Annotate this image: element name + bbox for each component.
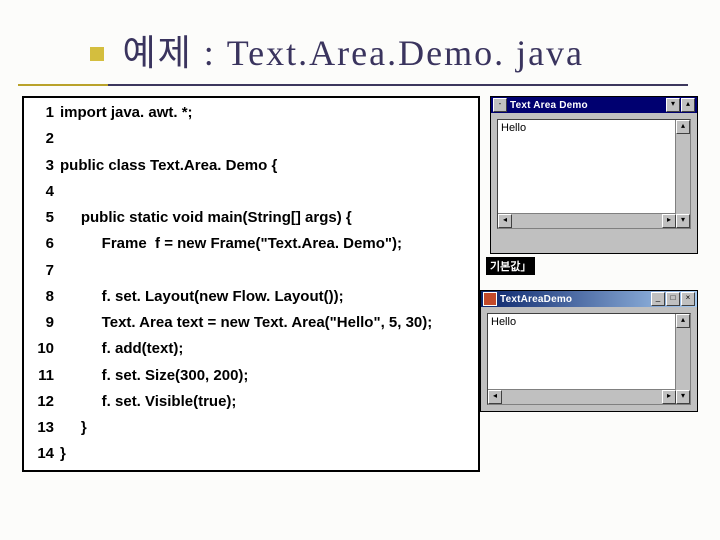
title-rule xyxy=(18,84,688,86)
line-number: 8 xyxy=(26,284,60,310)
code-text: import java. awt. *; xyxy=(60,100,193,126)
scrollbar-h-icon[interactable]: ◂ ▸ xyxy=(498,213,676,228)
code-line: 12 f. set. Visible(true); xyxy=(26,389,476,415)
code-line: 8 f. set. Layout(new Flow. Layout()); xyxy=(26,284,476,310)
line-number: 11 xyxy=(26,363,60,389)
scrollbar-v-icon[interactable]: ▴ ▾ xyxy=(675,314,690,404)
code-line: 11 f. set. Size(300, 200); xyxy=(26,363,476,389)
code-text: f. set. Size(300, 200); xyxy=(60,363,248,389)
line-number: 13 xyxy=(26,415,60,441)
slide-title-row: 예제 : Text.Area.Demo. java xyxy=(0,0,720,76)
code-line: 5 public static void main(String[] args)… xyxy=(26,205,476,231)
demo-window-top: - Text Area Demo ▾ ▴ Hello ▴ ▾ ◂ ▸ xyxy=(490,96,698,254)
line-number: 10 xyxy=(26,336,60,362)
code-text: Frame f = new Frame("Text.Area. Demo"); xyxy=(60,231,402,257)
line-number: 2 xyxy=(26,126,60,152)
code-line: 2 xyxy=(26,126,476,152)
label-tag: 기본값」 xyxy=(486,257,535,275)
code-line: 7 xyxy=(26,258,476,284)
java-icon xyxy=(483,292,497,306)
titlebar-top: - Text Area Demo ▾ ▴ xyxy=(491,97,697,113)
line-number: 4 xyxy=(26,179,60,205)
line-number: 1 xyxy=(26,100,60,126)
scroll-up-icon[interactable]: ▴ xyxy=(676,120,690,134)
code-text: public class Text.Area. Demo { xyxy=(60,153,277,179)
slide-title: 예제 : Text.Area.Demo. java xyxy=(122,24,584,76)
scroll-right-icon[interactable]: ▸ xyxy=(662,390,676,404)
scroll-left-icon[interactable]: ◂ xyxy=(498,214,512,228)
line-number: 6 xyxy=(26,231,60,257)
code-line: 10 f. add(text); xyxy=(26,336,476,362)
scrollbar-v-icon[interactable]: ▴ ▾ xyxy=(675,120,690,228)
code-text: } xyxy=(60,441,66,467)
code-line: 13 } xyxy=(26,415,476,441)
scroll-down-icon[interactable]: ▾ xyxy=(676,214,690,228)
line-number: 5 xyxy=(26,205,60,231)
code-text: f. set. Layout(new Flow. Layout()); xyxy=(60,284,344,310)
scrollbar-h-icon[interactable]: ◂ ▸ xyxy=(488,389,676,404)
close-icon[interactable]: × xyxy=(681,292,695,306)
textarea-top[interactable]: Hello ▴ ▾ ◂ ▸ xyxy=(497,119,691,229)
demo-window-bottom: TextAreaDemo _ □ × Hello ▴ ▾ ◂ ▸ xyxy=(480,290,698,412)
textarea-top-content: Hello xyxy=(501,122,526,134)
code-line: 9 Text. Area text = new Text. Area("Hell… xyxy=(26,310,476,336)
scroll-left-icon[interactable]: ◂ xyxy=(488,390,502,404)
titlebar-bottom: TextAreaDemo _ □ × xyxy=(481,291,697,307)
scroll-right-icon[interactable]: ▸ xyxy=(662,214,676,228)
code-text: public static void main(String[] args) { xyxy=(60,205,352,231)
window-title-top: Text Area Demo xyxy=(510,100,588,111)
code-line: 4 xyxy=(26,179,476,205)
line-number: 9 xyxy=(26,310,60,336)
line-number: 7 xyxy=(26,258,60,284)
line-number: 14 xyxy=(26,441,60,467)
code-line: 3public class Text.Area. Demo { xyxy=(26,153,476,179)
title-bullet xyxy=(90,47,104,61)
textarea-bottom[interactable]: Hello ▴ ▾ ◂ ▸ xyxy=(487,313,691,405)
textarea-bottom-content: Hello xyxy=(491,316,516,328)
code-text: f. add(text); xyxy=(60,336,183,362)
code-box: 1import java. awt. *;23public class Text… xyxy=(22,96,480,472)
window-title-bottom: TextAreaDemo xyxy=(500,294,572,305)
code-line: 6 Frame f = new Frame("Text.Area. Demo")… xyxy=(26,231,476,257)
sysmenu-icon[interactable]: - xyxy=(493,98,507,112)
code-text: f. set. Visible(true); xyxy=(60,389,236,415)
code-line: 14} xyxy=(26,441,476,467)
code-text: Text. Area text = new Text. Area("Hello"… xyxy=(60,310,432,336)
max-icon[interactable]: □ xyxy=(666,292,680,306)
code-line: 1import java. awt. *; xyxy=(26,100,476,126)
scroll-down-icon[interactable]: ▾ xyxy=(676,390,690,404)
scroll-up-icon[interactable]: ▴ xyxy=(676,314,690,328)
min-icon[interactable]: ▾ xyxy=(666,98,680,112)
code-text: } xyxy=(60,415,87,441)
max-icon[interactable]: ▴ xyxy=(681,98,695,112)
min-icon[interactable]: _ xyxy=(651,292,665,306)
line-number: 12 xyxy=(26,389,60,415)
line-number: 3 xyxy=(26,153,60,179)
